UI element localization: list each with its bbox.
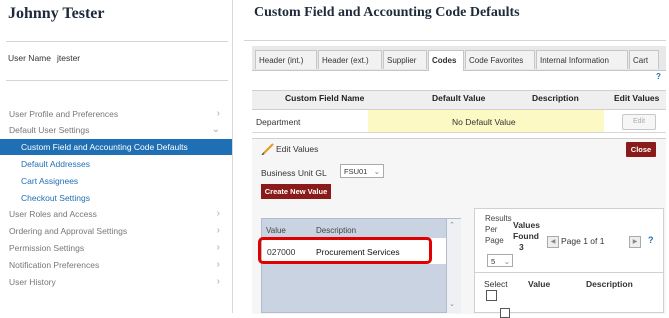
page-title: Custom Field and Accounting Code Default… [254,5,520,20]
default-value-cell: No Default Value [452,117,516,127]
sidebar-item-cart-assignees[interactable]: Cart Assignees [0,173,232,189]
tab-header-ext[interactable]: Header (ext.) [318,50,382,69]
chevron-right-icon: › [216,208,220,219]
highlight-annotation [258,237,432,264]
chevron-right-icon: › [216,225,220,236]
per-page-select[interactable]: 5 ⌄ [487,254,513,267]
scroll-up-icon[interactable]: ⌃ [449,221,455,229]
sidebar-item-user-history[interactable]: User History › [0,274,232,290]
edit-values-label: Edit Values [276,144,319,154]
select-all-checkbox[interactable] [486,290,497,301]
sidebar-item-label: Checkout Settings [21,193,90,203]
sidebar-item-checkout-settings[interactable]: Checkout Settings [0,190,232,206]
business-unit-gl-label: Business Unit GL [261,168,327,178]
col-header-description: Description [532,93,579,103]
chevron-right-icon: › [216,108,220,119]
select-value: 5 [491,257,496,266]
sidebar-item-default-addresses[interactable]: Default Addresses [0,156,232,172]
row-checkbox[interactable] [500,308,510,318]
sidebar-item-user-roles[interactable]: User Roles and Access › [0,206,232,222]
sidebar-item-label: User Profile and Preferences [9,109,119,119]
sidebar-item-user-profile[interactable]: User Profile and Preferences › [0,106,232,122]
field-name-cell: Department [256,117,301,127]
sidebar-item-label: Permission Settings [9,243,85,253]
value-list [261,218,461,313]
business-unit-gl-select[interactable]: FSU01 ⌄ [340,164,384,178]
user-display-name: Johnny Tester [8,5,105,22]
values-found-label: Values Found [513,220,540,241]
values-found: Values Found 3 [513,220,543,253]
chevron-down-icon: ⌄ [373,167,380,176]
divider [474,272,664,273]
prev-page-icon[interactable]: ◀ [547,236,559,248]
results-per-page-label: Results Per Page [485,214,512,245]
tab-header-int[interactable]: Header (int.) [255,50,317,69]
tab-cart[interactable]: Cart [629,50,659,69]
col-header-custom-field-name: Custom Field Name [285,93,365,103]
sidebar-item-default-user-settings[interactable]: Default User Settings ⌄ [0,122,232,138]
sidebar-item-custom-field-defaults[interactable]: Custom Field and Accounting Code Default… [0,139,232,155]
sidebar-item-label: Default User Settings [9,125,90,135]
username-row: User Name jtester [8,53,80,63]
sidebar-item-label: Cart Assignees [21,176,79,186]
sidebar-item-label: User History [9,277,56,287]
create-new-value-button[interactable]: Create New Value [261,184,331,199]
chevron-down-icon: ⌄ [503,257,510,266]
divider [6,41,228,42]
chevron-right-icon: › [216,242,220,253]
col-header-description: Description [586,279,633,289]
divider [244,40,666,41]
col-header-value: Value [528,279,551,289]
sidebar-item-ordering-approval[interactable]: Ordering and Approval Settings › [0,223,232,239]
col-header-default-value: Default Value [432,93,486,103]
sidebar-item-label: Default Addresses [21,159,90,169]
sidebar-item-permission-settings[interactable]: Permission Settings › [0,240,232,256]
sidebar-item-label: Notification Preferences [9,260,100,270]
list-scrollbar[interactable] [446,219,461,313]
values-found-count: 3 [519,242,524,252]
help-icon[interactable]: ? [656,72,661,81]
col-header-select: Select [484,279,508,289]
sidebar-item-label: User Roles and Access [9,209,97,219]
chevron-right-icon: › [216,276,220,287]
sidebar-item-notification-preferences[interactable]: Notification Preferences › [0,257,232,273]
help-icon[interactable]: ? [648,235,654,245]
select-value: FSU01 [344,167,368,176]
col-header-edit-values: Edit Values [614,93,660,103]
username-value: jtester [56,53,81,63]
scroll-down-icon[interactable]: ⌄ [449,300,455,308]
tab-code-favorites[interactable]: Code Favorites [465,50,535,69]
username-label: User Name [8,53,51,63]
sidebar-item-label: Ordering and Approval Settings [9,226,128,236]
list-header-value: Value [266,226,286,235]
sidebar-item-label: Custom Field and Accounting Code Default… [21,142,188,152]
chevron-right-icon: › [216,259,220,270]
page-indicator: Page 1 of 1 [561,236,605,246]
tab-supplier[interactable]: Supplier [383,50,427,69]
pencil-icon [261,143,274,155]
tab-internal-information[interactable]: Internal Information [536,50,628,69]
list-header-description: Description [316,226,357,235]
chevron-down-icon: ⌄ [211,124,220,135]
tab-codes[interactable]: Codes [428,50,464,71]
next-page-icon[interactable]: ▶ [629,236,641,248]
close-button[interactable]: Close [626,142,656,157]
divider [6,80,228,81]
edit-button[interactable]: Edit [622,114,656,130]
